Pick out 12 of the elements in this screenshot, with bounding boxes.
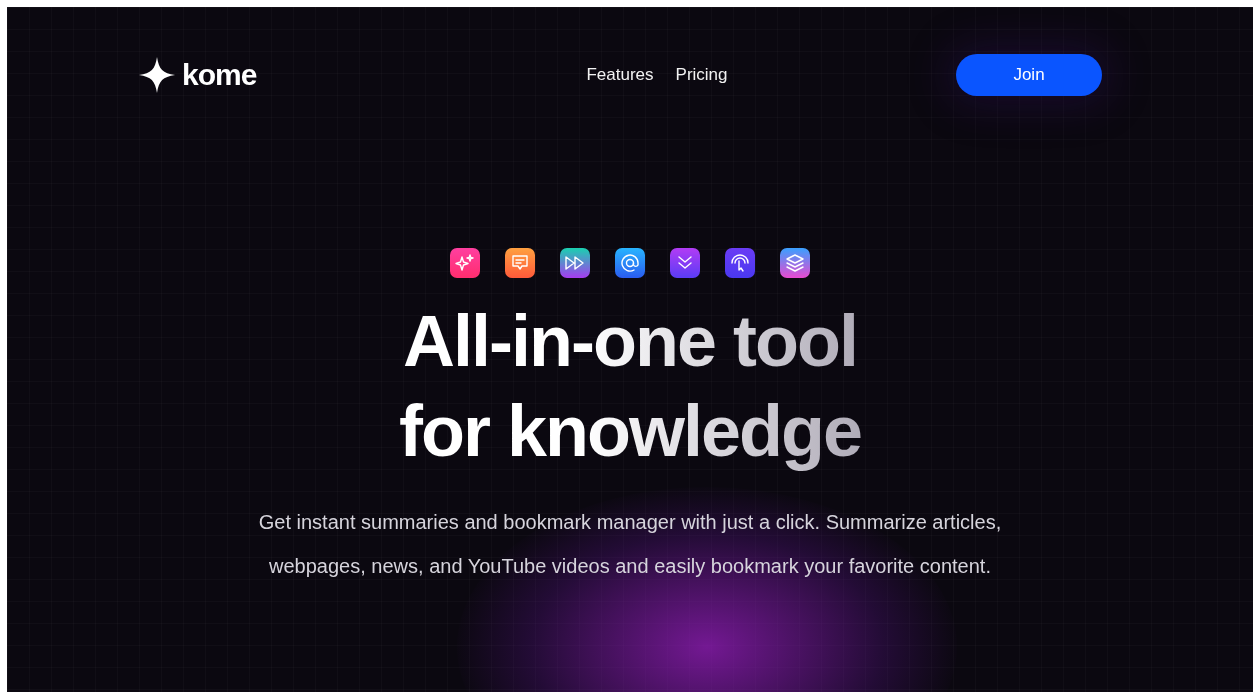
nav-link[interactable]: Pricing [675, 65, 728, 85]
tap-icon [725, 248, 755, 278]
at-sign-icon [615, 248, 645, 278]
chat-bubble-icon [505, 248, 535, 278]
brand-name[interactable]: kome [182, 58, 257, 92]
nav-link[interactable]: Features [586, 65, 654, 85]
join-button[interactable]: Join [956, 54, 1102, 96]
double-chevron-icon [670, 248, 700, 278]
sparkles-icon [450, 248, 480, 278]
hero-description: Get instant summaries and bookmark manager with just a click. Summarize articles, webpages, news, and YouTube videos and easily bookmark your favorite content. [257, 510, 1003, 579]
layers-icon [780, 248, 810, 278]
fast-forward-icon [560, 248, 590, 278]
